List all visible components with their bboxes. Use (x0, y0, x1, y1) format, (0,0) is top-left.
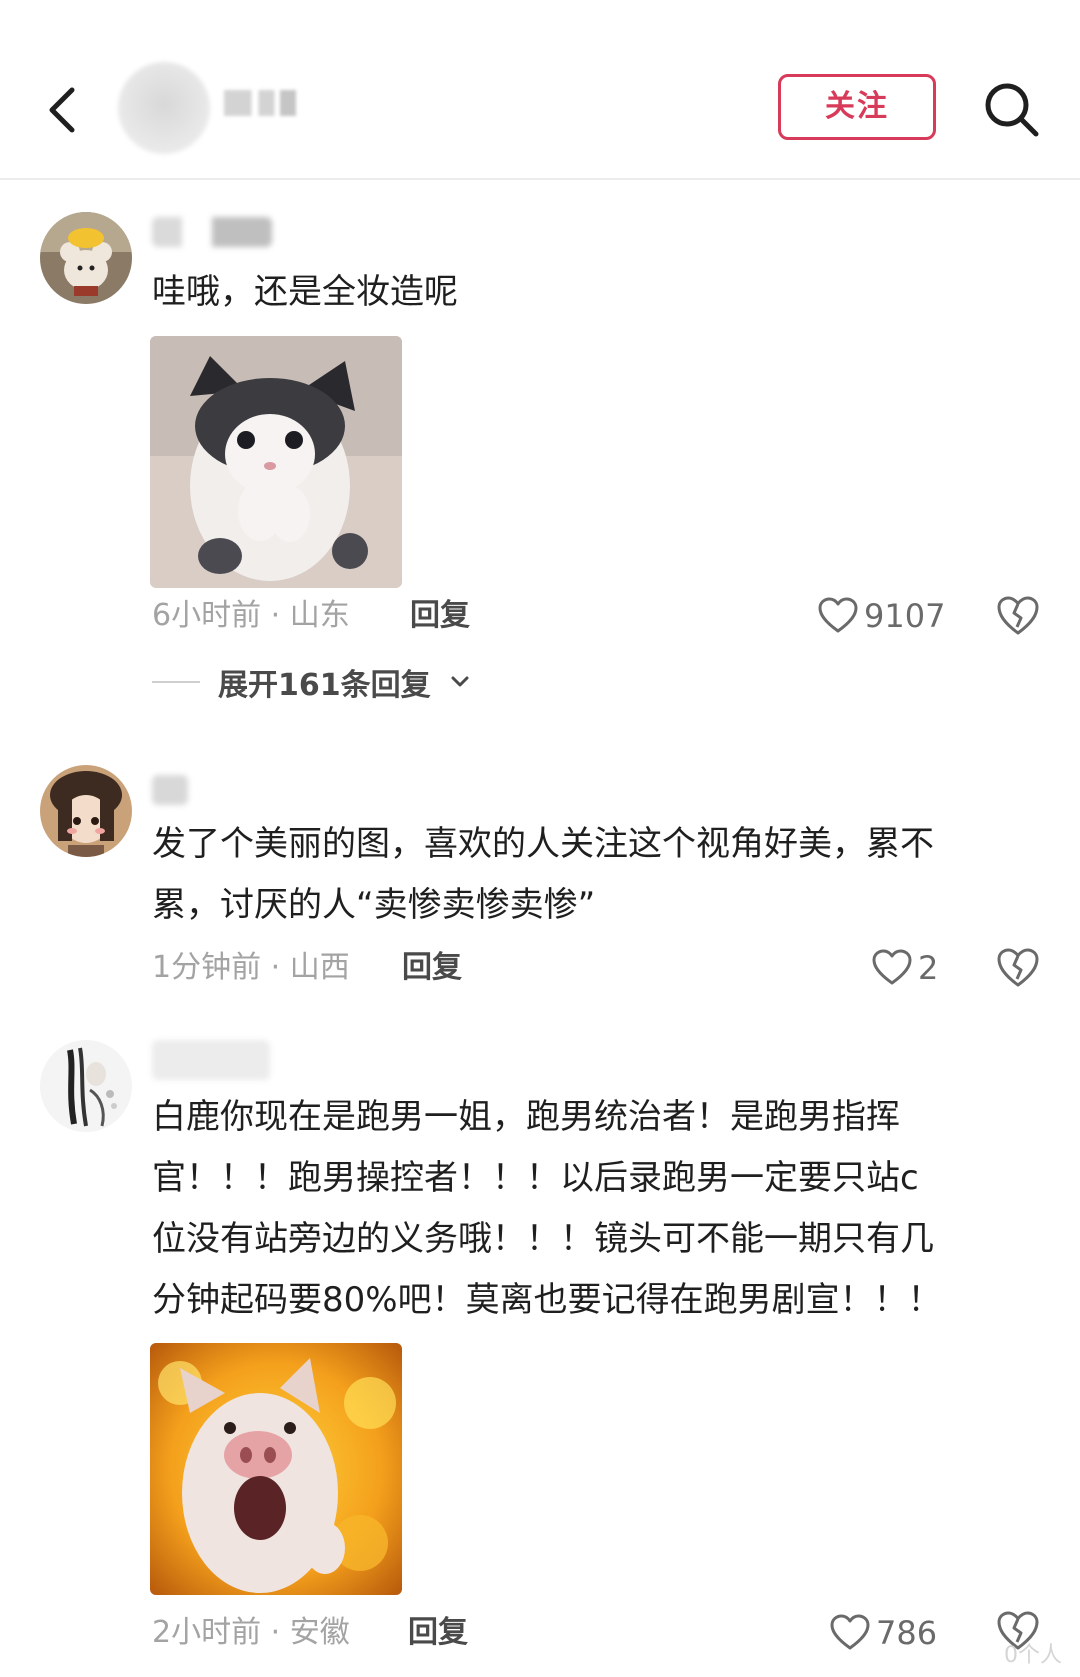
reply-button[interactable]: 回复 (402, 948, 462, 988)
commenter-name-blurred[interactable] (152, 217, 272, 247)
meta-separator: · (270, 1615, 281, 1650)
comment-location: 安徽 (289, 1615, 350, 1650)
anime-girl-avatar-image (40, 765, 132, 857)
like-button[interactable]: 2 (872, 946, 938, 990)
commenter-name-blurred[interactable] (152, 775, 188, 805)
chevron-left-icon (49, 87, 75, 133)
author-avatar[interactable] (118, 62, 210, 154)
like-count: 2 (918, 949, 939, 987)
comment-time: 2小时前 (152, 1615, 262, 1650)
kitten-sticker-image (150, 336, 402, 588)
commenter-avatar[interactable] (40, 1040, 132, 1132)
chevron-down-icon (451, 676, 469, 687)
like-count: 9107 (864, 597, 946, 635)
comment-text: 白鹿你现在是跑男一姐，跑男统治者！是跑男指挥 官！！！跑男操控者！！！以后录跑男… (152, 1087, 1032, 1331)
comment-meta: 1分钟前 · 山西 (152, 948, 350, 988)
expand-replies[interactable]: 展开161条回复 (152, 662, 471, 703)
reply-button[interactable]: 回复 (408, 1613, 468, 1653)
comment-time: 6小时前 (152, 598, 262, 633)
commenter-avatar[interactable] (40, 765, 132, 857)
back-button[interactable] (40, 80, 90, 140)
heart-icon (818, 597, 858, 633)
ink-drawing-avatar-image (40, 1040, 132, 1132)
comment-text-line: 官！！！跑男操控者！！！以后录跑男一定要只站c (152, 1158, 919, 1198)
search-icon (985, 83, 1039, 137)
comment-text-line: 累，讨厌的人“卖惨卖惨卖惨” (152, 885, 596, 925)
expand-replies-label: 展开161条回复 (218, 668, 431, 703)
comment-meta: 6小时前 · 山东 (152, 596, 350, 636)
heart-icon (830, 1614, 870, 1650)
follow-button[interactable]: 关注 (778, 74, 936, 140)
comment-text-line: 白鹿你现在是跑男一姐，跑男统治者！是跑男指挥 (152, 1097, 900, 1137)
broken-heart-icon (997, 596, 1039, 635)
comment-text-line: 分钟起码要80%吧！莫离也要记得在跑男剧宣！！！ (152, 1280, 942, 1320)
search-button[interactable] (980, 78, 1044, 142)
cat-image[interactable] (150, 336, 402, 588)
heart-icon (872, 949, 912, 985)
comment-text: 发了个美丽的图，喜欢的人关注这个视角好美，累不 累，讨厌的人“卖惨卖惨卖惨” (152, 814, 1032, 936)
dislike-button[interactable] (996, 594, 1040, 638)
meta-separator: · (270, 598, 281, 633)
like-count: 786 (876, 1614, 938, 1652)
comment-time: 1分钟前 (152, 950, 262, 985)
like-button[interactable]: 9107 (818, 594, 945, 638)
meta-separator: · (270, 950, 281, 985)
author-name-blurred (224, 90, 296, 116)
comment-text-line: 位没有站旁边的义务哦！！！镜头可不能一期只有几 (152, 1219, 934, 1259)
top-bar: 关注 (0, 0, 1080, 180)
screaming-pig-sticker-image (150, 1343, 402, 1595)
commenter-name-blurred[interactable] (152, 1040, 270, 1080)
pig-image[interactable] (150, 1343, 402, 1595)
broken-heart-icon (997, 948, 1039, 987)
comment-text: 哇哦，还是全妆造呢 (152, 272, 458, 312)
comment-text-line: 发了个美丽的图，喜欢的人关注这个视角好美，累不 (152, 824, 934, 864)
mouse-avatar-image (40, 212, 132, 304)
watermark: 0个人 (1004, 1643, 1062, 1668)
commenter-avatar[interactable] (40, 212, 132, 304)
comment-location: 山东 (289, 598, 350, 633)
dislike-button[interactable] (996, 946, 1040, 990)
like-button[interactable]: 786 (830, 1611, 937, 1655)
divider-line (152, 681, 200, 683)
reply-button[interactable]: 回复 (410, 596, 470, 636)
comment-location: 山西 (289, 950, 350, 985)
comment-meta: 2小时前 · 安徽 (152, 1613, 350, 1653)
